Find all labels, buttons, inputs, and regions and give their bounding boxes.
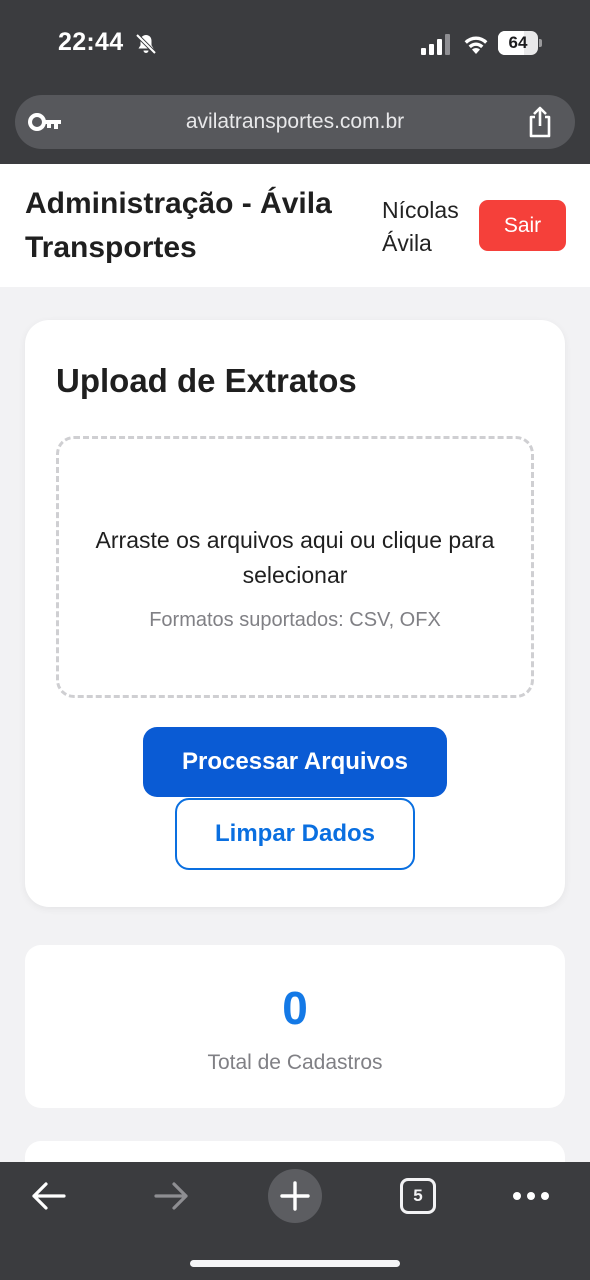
status-time: 22:44 bbox=[58, 28, 124, 56]
share-icon[interactable] bbox=[525, 106, 555, 138]
logout-button[interactable]: Sair bbox=[479, 200, 566, 251]
upload-title: Upload de Extratos bbox=[56, 362, 357, 399]
back-icon[interactable] bbox=[30, 1180, 66, 1212]
wifi-icon bbox=[464, 36, 488, 54]
more-icon[interactable] bbox=[512, 1190, 550, 1202]
user-name: Nícolas Ávila bbox=[382, 197, 459, 256]
file-dropzone[interactable]: Arraste os arquivos aqui ou clique para … bbox=[56, 436, 534, 698]
home-indicator bbox=[190, 1260, 400, 1267]
signal-icon bbox=[421, 34, 450, 55]
clear-data-button[interactable]: Limpar Dados bbox=[175, 798, 415, 870]
upload-card: Upload de Extratos Arraste os arquivos a… bbox=[25, 320, 565, 907]
app-header: Administração - Ávila Transportes Nícola… bbox=[0, 164, 590, 287]
url-text[interactable]: avilatransportes.com.br bbox=[15, 95, 575, 149]
address-bar[interactable]: avilatransportes.com.br bbox=[15, 95, 575, 149]
plus-icon bbox=[280, 1181, 310, 1211]
new-tab-button[interactable] bbox=[268, 1169, 322, 1223]
page-title: Administração - Ávila Transportes bbox=[25, 187, 332, 264]
browser-bottom-toolbar: 5 bbox=[0, 1162, 590, 1280]
tabs-icon[interactable]: 5 bbox=[400, 1178, 436, 1214]
battery-percent: 64 bbox=[508, 33, 528, 52]
dropzone-instructions: Arraste os arquivos aqui ou clique para … bbox=[95, 527, 495, 588]
browser-top-chrome: 22:44 64 avilatransportes.com.br bbox=[0, 0, 590, 164]
bell-off-icon bbox=[135, 33, 157, 55]
supported-formats: Formatos suportados: CSV, OFX bbox=[149, 609, 441, 631]
battery-icon: 64 bbox=[498, 31, 542, 55]
forward-icon[interactable] bbox=[154, 1180, 190, 1212]
stat-label: Total de Cadastros bbox=[207, 1051, 383, 1074]
process-files-button[interactable]: Processar Arquivos bbox=[143, 727, 447, 797]
battery-nub bbox=[539, 39, 542, 47]
stat-value: 0 bbox=[282, 982, 308, 1034]
stat-card-total: 0 Total de Cadastros bbox=[25, 945, 565, 1108]
